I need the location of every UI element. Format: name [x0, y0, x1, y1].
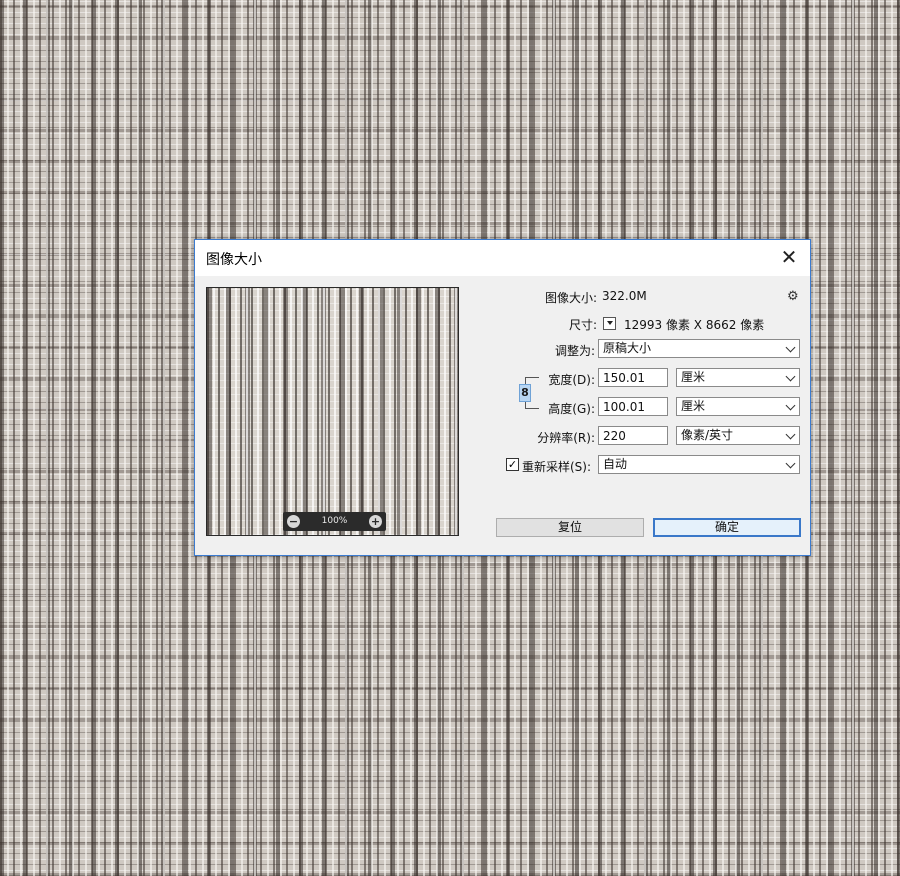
gear-icon[interactable]: ⚙ — [787, 289, 799, 304]
resolution-unit-value: 像素/英寸 — [681, 428, 734, 442]
height-unit-value: 厘米 — [681, 399, 706, 413]
fit-to-label: 调整为: — [554, 344, 595, 358]
close-icon[interactable]: ✕ — [778, 246, 800, 268]
ok-button[interactable]: 确定 — [653, 518, 801, 537]
resolution-label: 分辨率(R): — [537, 431, 595, 445]
height-input[interactable] — [598, 397, 668, 416]
resolution-input[interactable] — [598, 426, 668, 445]
zoom-in-icon[interactable]: + — [369, 515, 382, 528]
height-unit-select[interactable]: 厘米 — [676, 397, 800, 416]
chevron-down-icon — [785, 342, 796, 353]
width-unit-value: 厘米 — [681, 370, 706, 384]
dimensions-value: 12993 像素 X 8662 像素 — [624, 318, 765, 332]
image-size-value: 322.0M — [602, 289, 647, 303]
zoom-level: 100% — [321, 516, 348, 526]
fit-to-value: 原稿大小 — [603, 341, 652, 355]
dimensions-label: 尺寸: — [568, 318, 597, 332]
height-label: 高度(G): — [548, 402, 595, 416]
dimensions-unit-dropdown[interactable] — [603, 317, 616, 330]
title-bar[interactable]: 图像大小 ✕ — [195, 240, 810, 276]
resample-select[interactable]: 自动 — [598, 455, 800, 474]
width-unit-select[interactable]: 厘米 — [676, 368, 800, 387]
dialog-title: 图像大小 — [206, 252, 262, 268]
reset-button[interactable]: 复位 — [496, 518, 644, 537]
zoom-bar: − 100% + — [283, 512, 386, 531]
image-size-dialog: 图像大小 ✕ − 100% + 图像大小: 322.0M ⚙ 尺寸: 12993… — [194, 239, 811, 556]
resample-value: 自动 — [603, 457, 628, 471]
image-size-label: 图像大小: — [544, 291, 597, 305]
chevron-down-icon — [785, 458, 796, 469]
resample-label: 重新采样(S): — [522, 460, 592, 474]
fit-to-select[interactable]: 原稿大小 — [598, 339, 800, 358]
chevron-down-icon — [785, 429, 796, 440]
chevron-down-icon — [785, 400, 796, 411]
image-preview[interactable]: − 100% + — [206, 287, 459, 536]
width-input[interactable] — [598, 368, 668, 387]
width-label: 宽度(D): — [548, 373, 595, 387]
dropdown-arrow-icon — [607, 321, 613, 325]
resolution-unit-select[interactable]: 像素/英寸 — [676, 426, 800, 445]
resample-checkbox[interactable]: ✓ — [506, 458, 519, 471]
chevron-down-icon — [785, 371, 796, 382]
link-icon[interactable]: 8 — [519, 384, 531, 402]
zoom-out-icon[interactable]: − — [287, 515, 300, 528]
